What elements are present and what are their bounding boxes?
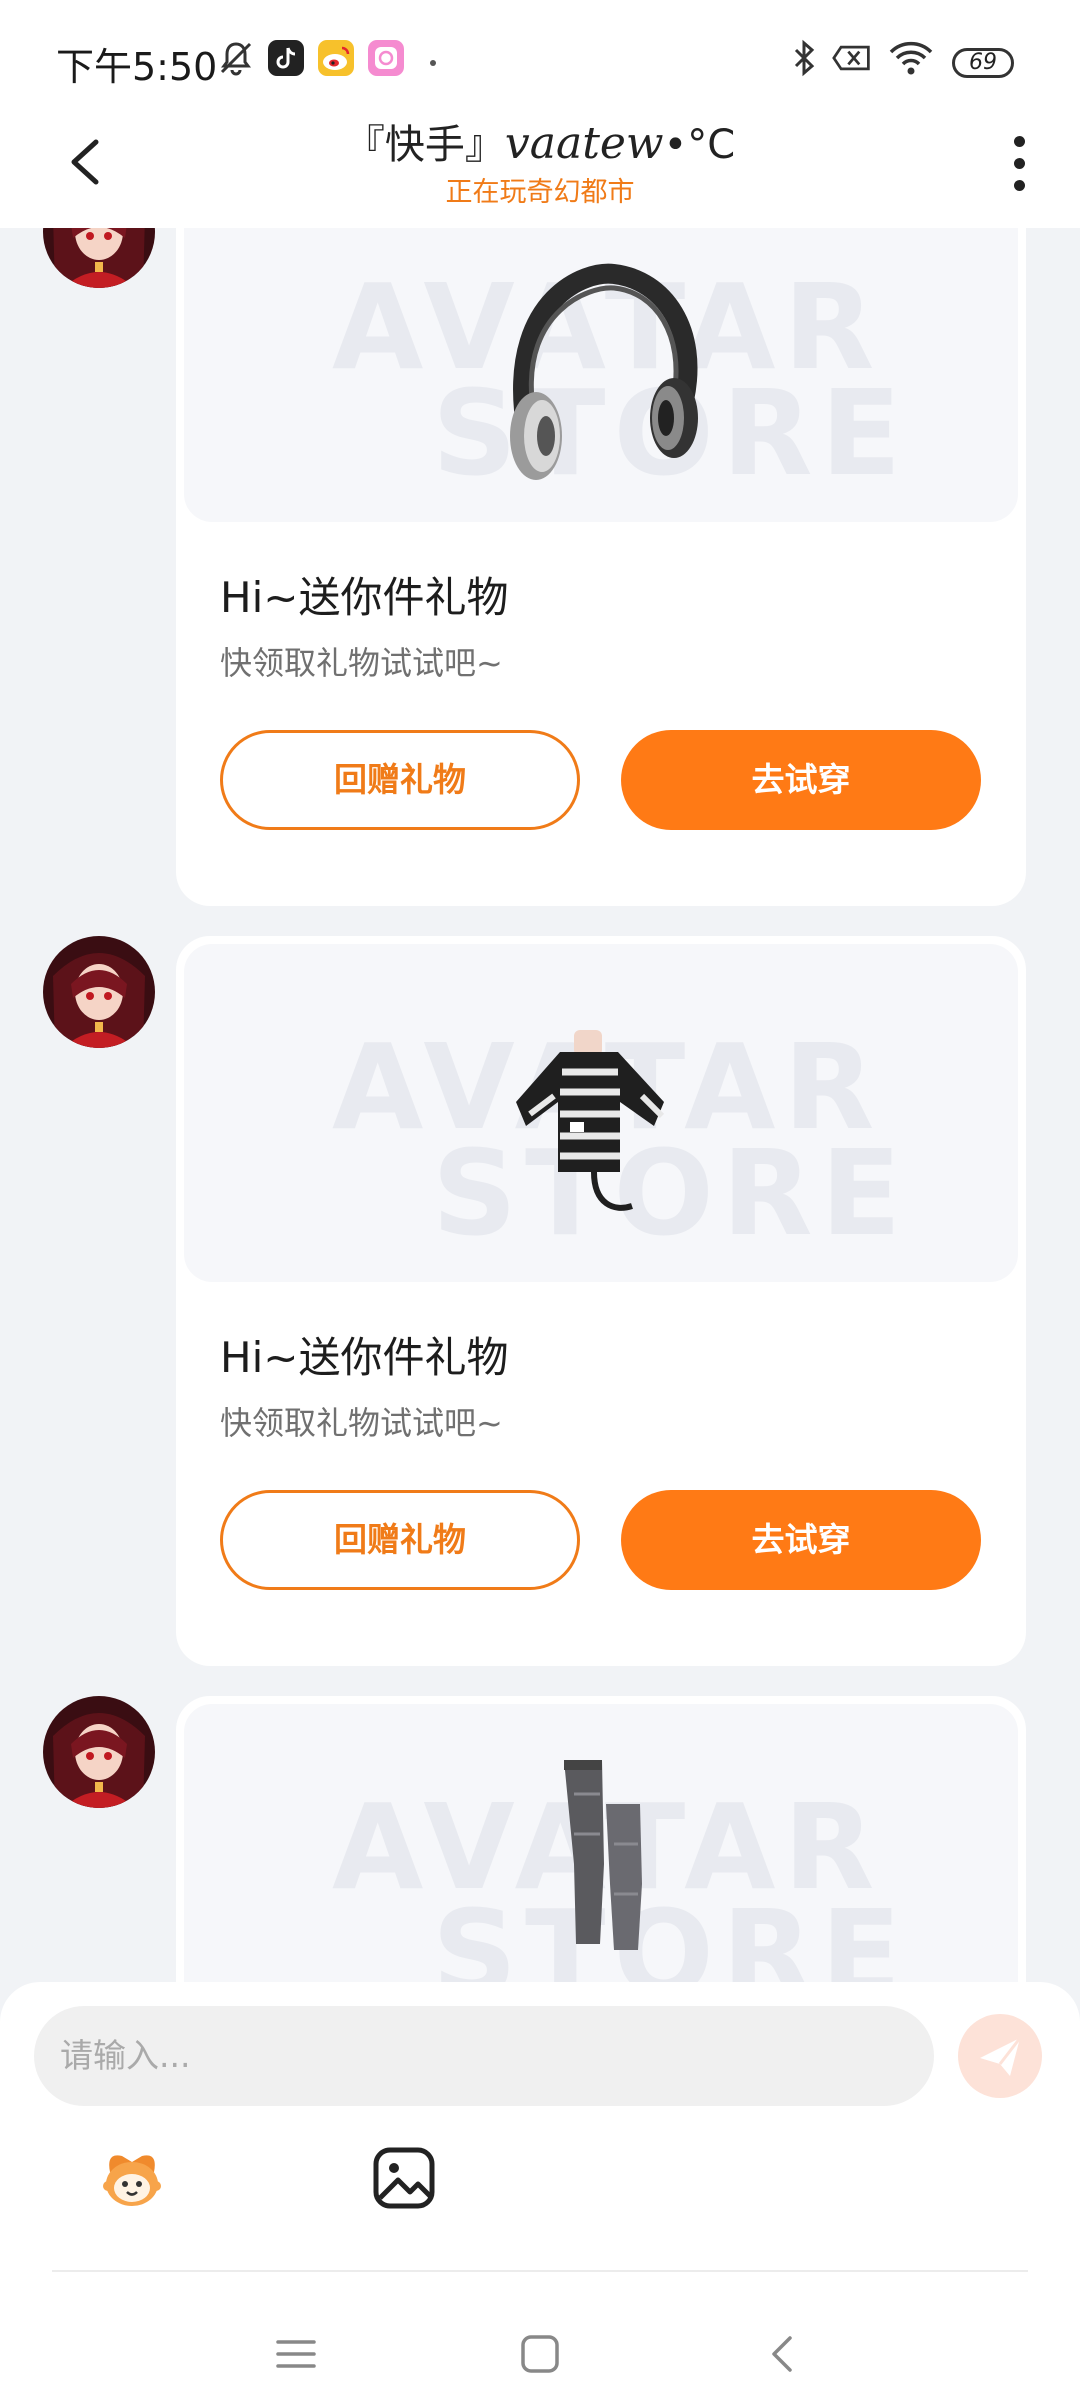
title-brand: 『快手』 (344, 122, 505, 168)
send-button[interactable] (958, 2014, 1042, 2098)
back-nav-icon[interactable] (760, 2330, 808, 2378)
avatar[interactable] (43, 228, 155, 288)
try-on-button[interactable]: 去试穿 (621, 730, 981, 830)
gift-card: AVATAR STORE (176, 1696, 1026, 1982)
jeans-icon (564, 1760, 642, 1950)
title-signature: vaatew (504, 118, 664, 169)
sim-x-icon (832, 45, 870, 71)
gift-message: AVATAR STORE Hi~送你件礼物 快领取礼物试试吧~ 回赠礼物 去试穿 (0, 228, 1080, 906)
divider (52, 2270, 1028, 2272)
gift-title: Hi~送你件礼物 (220, 573, 509, 622)
status-bar: 下午5:50 69 (0, 0, 1080, 112)
more-vertical-icon[interactable] (1000, 132, 1040, 196)
tiktok-icon (268, 40, 304, 76)
bell-off-icon (220, 42, 252, 76)
weibo-icon (318, 40, 354, 76)
gift-image-area[interactable]: AVATAR STORE (184, 1704, 1018, 1982)
input-panel: 请输入... (0, 1982, 1080, 2400)
gift-card: AVATAR STORE Hi~送你件礼物 快领取礼物试试吧~ 回赠礼物 去试穿 (176, 228, 1026, 906)
gift-message: AVATAR STORE Hi~送你件礼物 快领取礼物试试吧~ 回赠礼物 去试穿 (0, 936, 1080, 1666)
status-dot (430, 60, 436, 66)
title-suffix: •°C (663, 122, 736, 168)
try-on-button[interactable]: 去试穿 (621, 1490, 981, 1590)
send-icon (980, 2037, 1022, 2076)
gift-description: 快领取礼物试试吧~ (220, 1404, 503, 1442)
bluetooth-icon (794, 39, 815, 77)
message-input[interactable]: 请输入... (34, 2006, 934, 2106)
menu-nav-icon[interactable] (272, 2330, 320, 2378)
user-avatar-image (43, 1696, 155, 1808)
chat-header: 『快手』vaatew•°C 正在玩奇幻都市 (0, 112, 1080, 228)
return-gift-button[interactable]: 回赠礼物 (220, 730, 580, 830)
camera-app-icon (368, 40, 404, 76)
watermark-store: STORE (432, 1884, 910, 1982)
return-gift-button[interactable]: 回赠礼物 (220, 1490, 580, 1590)
wifi-icon (889, 41, 933, 75)
gift-image-area[interactable]: AVATAR STORE (184, 944, 1018, 1282)
user-avatar-image (43, 228, 155, 288)
gift-image-area[interactable]: AVATAR STORE (184, 228, 1018, 522)
user-avatar-image (43, 936, 155, 1048)
gift-message: AVATAR STORE (0, 1696, 1080, 1982)
gift-description: 快领取礼物试试吧~ (220, 644, 503, 682)
home-nav-icon[interactable] (516, 2330, 564, 2378)
avatar[interactable] (43, 1696, 155, 1808)
gift-card: AVATAR STORE Hi~送你件礼物 快领取礼物试试吧~ 回赠礼物 去试穿 (176, 936, 1026, 1666)
image-icon[interactable] (368, 2142, 440, 2214)
sweater-icon (516, 1030, 665, 1211)
chat-subtitle: 正在玩奇幻都市 (445, 177, 635, 208)
gift-title: Hi~送你件礼物 (220, 1333, 509, 1382)
chat-message-list[interactable]: AVATAR STORE Hi~送你件礼物 快领取礼物试试吧~ 回赠礼物 去试穿 (0, 228, 1080, 1982)
emoji-mascot-icon[interactable] (96, 2142, 168, 2214)
chat-title: 『快手』vaatew•°C (150, 112, 930, 170)
battery-icon: 69 (952, 48, 1014, 78)
chevron-left-icon[interactable] (62, 132, 110, 192)
avatar[interactable] (43, 936, 155, 1048)
headphones-icon (510, 263, 698, 480)
status-time: 下午5:50 (56, 45, 218, 89)
